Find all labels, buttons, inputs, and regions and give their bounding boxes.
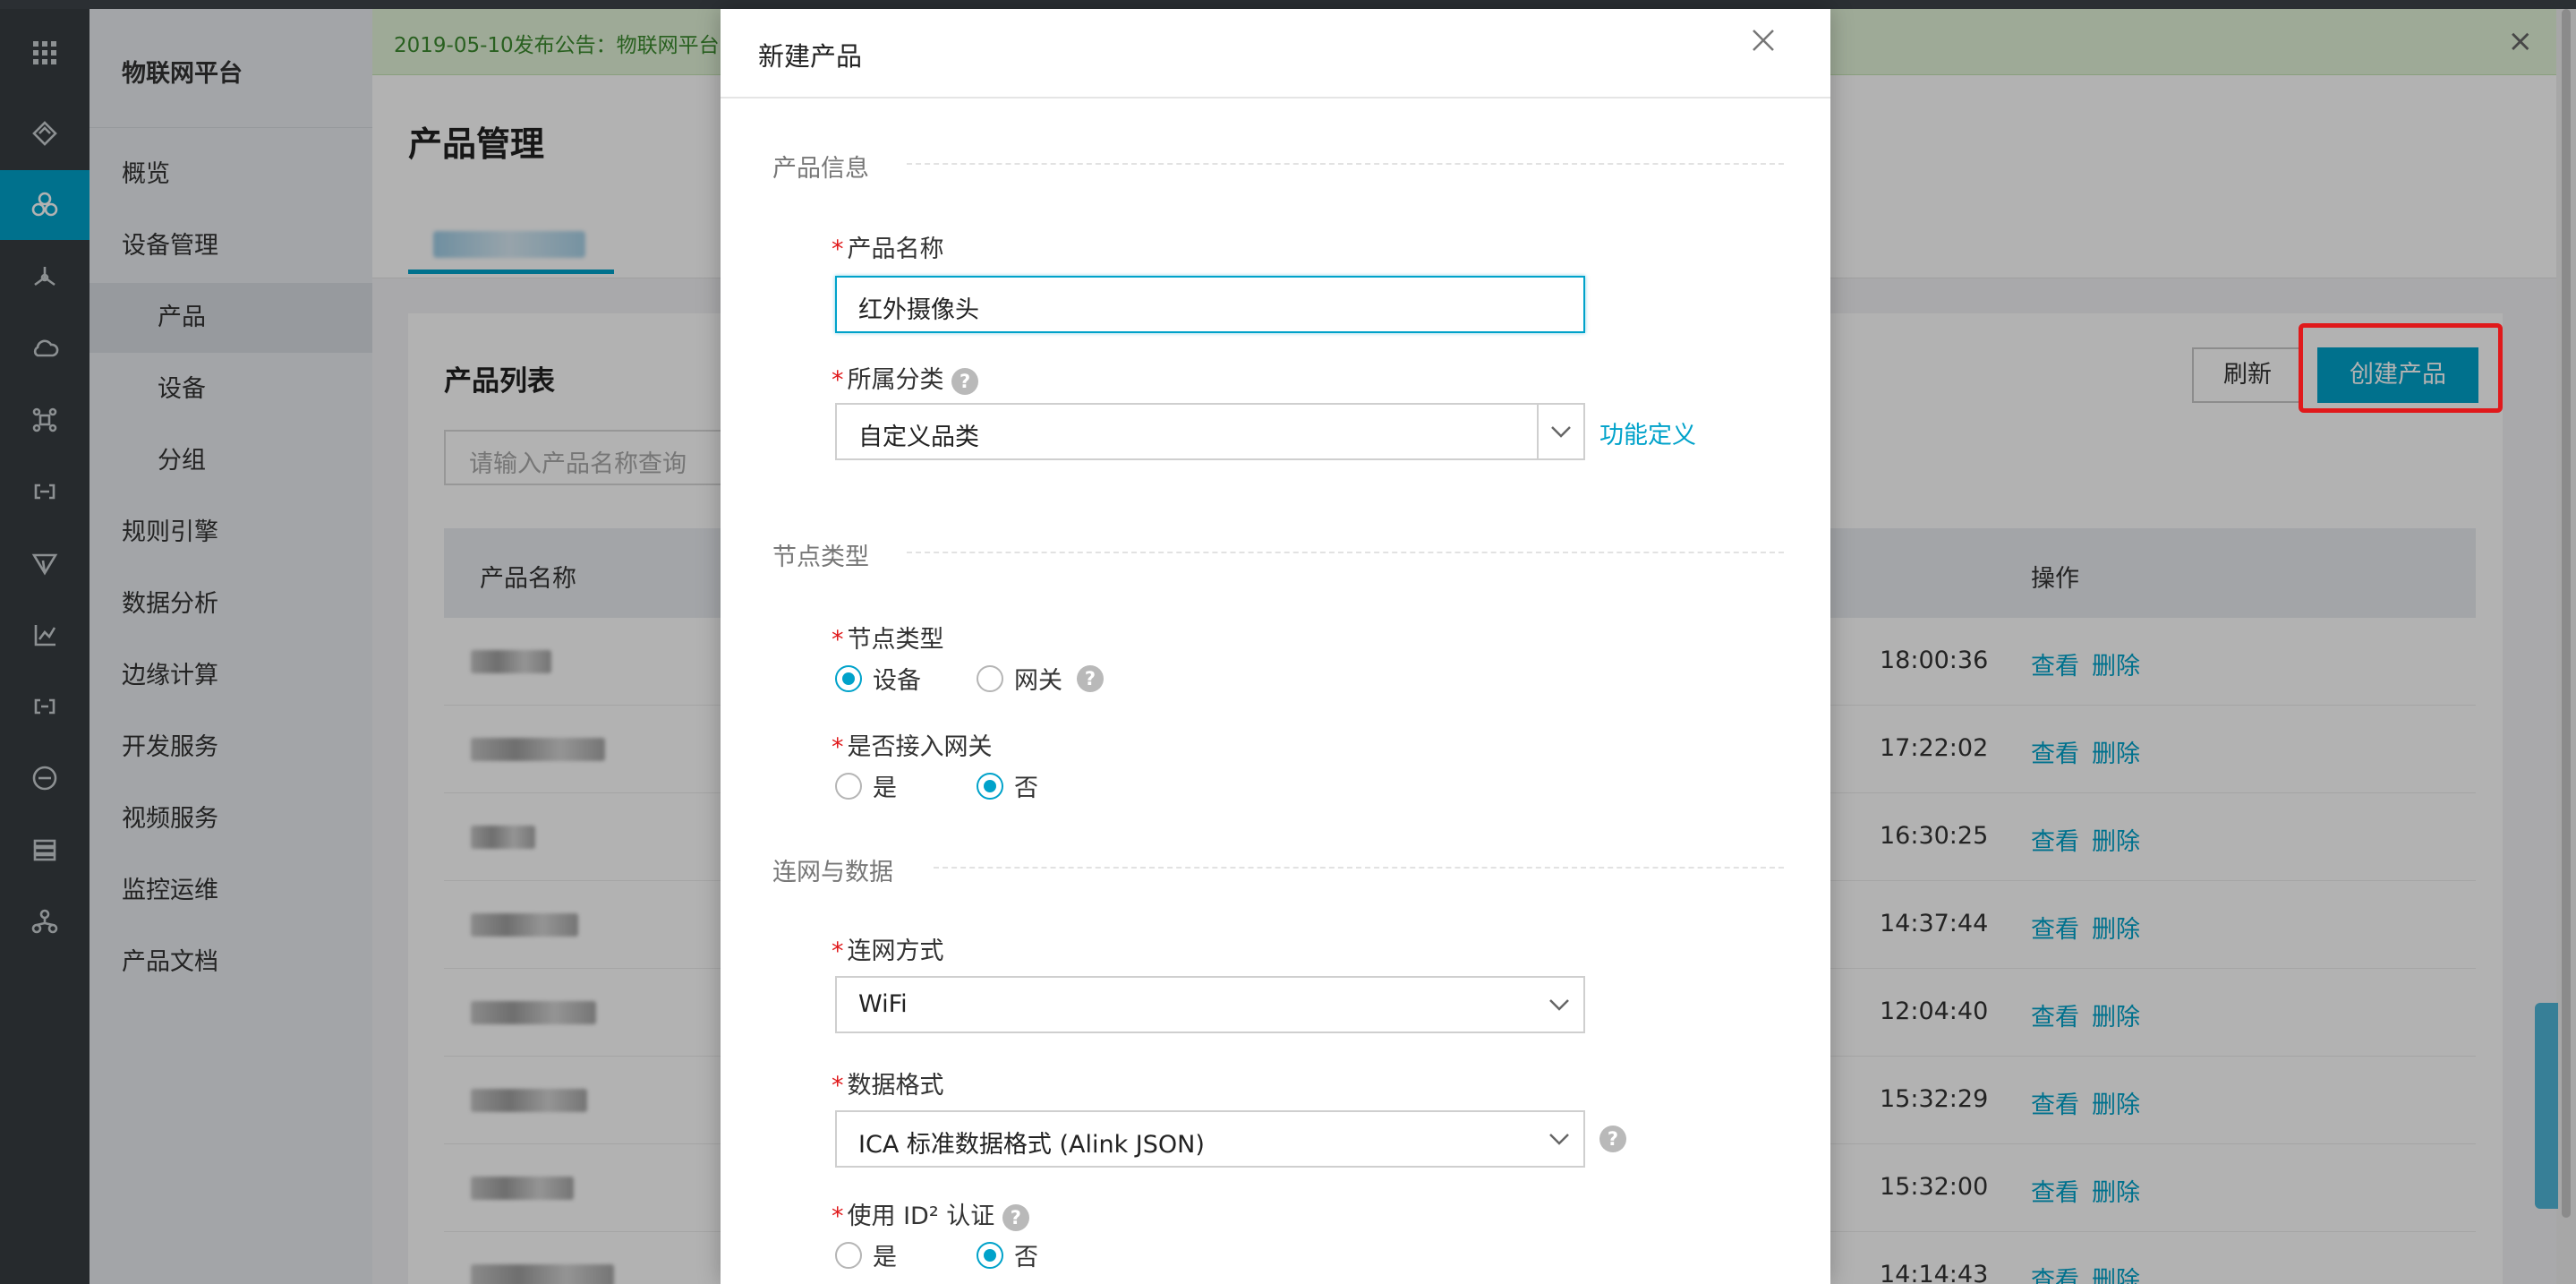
section-node-type: 节点类型 (772, 544, 869, 571)
label-text: 是否接入网关 (847, 733, 993, 761)
section-divider (907, 552, 1784, 553)
field-label-format: * 数据格式 (832, 1066, 944, 1100)
field-label-network: * 连网方式 (832, 931, 944, 966)
required-mark: * (832, 235, 844, 263)
radio-dot[interactable] (977, 664, 1003, 692)
section-product-info: 产品信息 (772, 155, 869, 183)
label-text: 数据格式 (847, 1072, 944, 1100)
category-select[interactable]: 自定义品类 (835, 403, 1585, 460)
label-text: 使用 ID² 认证 (847, 1203, 995, 1230)
help-icon[interactable]: ? (1002, 1203, 1029, 1231)
radio-label: 是 (873, 775, 897, 802)
radio-label: 否 (1014, 775, 1038, 802)
radio-dot[interactable] (977, 1241, 1003, 1269)
dialog-title: 新建产品 (758, 41, 863, 72)
required-mark: * (832, 626, 844, 654)
radio-dot[interactable] (835, 664, 862, 692)
label-text: 产品名称 (847, 235, 944, 263)
radio-dot[interactable] (835, 1241, 862, 1269)
field-label-gateway: * 是否接入网关 (832, 727, 993, 762)
field-label-category: * 所属分类 ? (832, 360, 979, 395)
required-mark: * (832, 1072, 844, 1100)
label-text: 连网方式 (847, 937, 944, 965)
field-label-name: * 产品名称 (832, 229, 944, 264)
required-mark: * (832, 937, 844, 965)
network-select[interactable]: WiFi (835, 976, 1585, 1033)
category-value: 自定义品类 (858, 424, 979, 451)
radio-gateway-yes[interactable]: 是 (835, 768, 897, 803)
section-divider (934, 867, 1784, 869)
radio-dot[interactable] (977, 772, 1003, 800)
radio-label: 是 (873, 1244, 897, 1271)
radio-device[interactable]: 设备 (835, 661, 921, 696)
required-mark: * (832, 733, 844, 761)
radio-gateway-no[interactable]: 否 (977, 768, 1038, 803)
product-name-input[interactable]: 红外摄像头 (835, 276, 1585, 333)
section-network-data: 连网与数据 (772, 859, 893, 886)
chevron-down-icon[interactable] (1548, 993, 1571, 1023)
network-value: WiFi (858, 990, 908, 1018)
help-icon[interactable]: ? (951, 367, 979, 395)
top-bar (0, 0, 2576, 9)
function-definition-link[interactable]: 功能定义 (1599, 415, 1696, 450)
radio-id2-yes[interactable]: 是 (835, 1237, 897, 1272)
label-text: 所属分类 (847, 366, 944, 394)
chevron-down-icon[interactable] (1548, 1127, 1571, 1157)
radio-id2-no[interactable]: 否 (977, 1237, 1038, 1272)
create-button-highlight (2299, 323, 2503, 413)
required-mark: * (832, 1203, 844, 1230)
field-label-node-type: * 节点类型 (832, 620, 944, 655)
radio-dot[interactable] (835, 772, 862, 800)
section-divider (907, 163, 1784, 165)
label-text: 节点类型 (847, 626, 944, 654)
radio-label: 否 (1014, 1244, 1038, 1271)
radio-gateway[interactable]: 网关? (977, 661, 1104, 696)
data-format-select[interactable]: ICA 标准数据格式 (Alink JSON) (835, 1110, 1585, 1168)
dialog-header: 新建产品 (721, 9, 1830, 98)
format-value: ICA 标准数据格式 (Alink JSON) (858, 1131, 1205, 1159)
required-mark: * (832, 366, 844, 394)
help-icon[interactable]: ? (1599, 1126, 1626, 1152)
help-icon[interactable]: ? (1077, 664, 1104, 692)
close-icon[interactable] (1750, 27, 1795, 72)
radio-label: 网关 (1014, 667, 1062, 695)
field-label-id2: * 使用 ID² 认证 ? (832, 1196, 1029, 1231)
chevron-down-icon[interactable] (1537, 405, 1583, 458)
new-product-dialog: 新建产品 产品信息 * 产品名称 红外摄像头 * 所属分类 ? 自定义品类 功能定义… (721, 9, 1830, 1284)
radio-label: 设备 (873, 667, 921, 695)
